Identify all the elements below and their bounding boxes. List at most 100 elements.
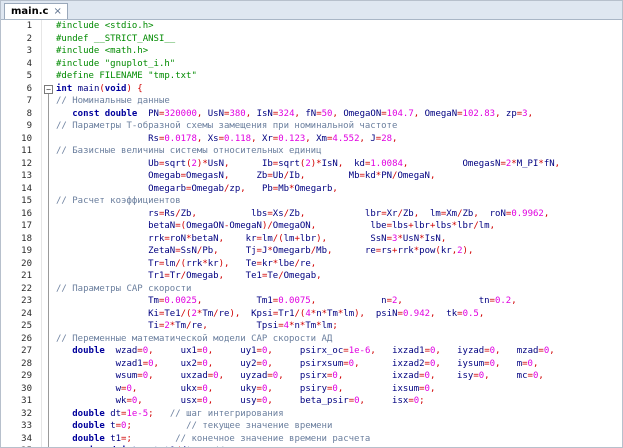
gutter-separator <box>41 395 42 408</box>
code-area[interactable]: 1 #include <stdio.h> 2 #undef __STRICT_ANSI… <box>1 20 622 447</box>
code-token: , <box>554 158 561 169</box>
code-line[interactable]: 23 Tm=0.0025, Tm1=0.0075, n=2, tn=0.2, <box>1 295 622 308</box>
code-token: , <box>267 383 300 394</box>
line-number: 29 <box>1 370 32 383</box>
code-line[interactable]: 32 double dt=1e-5; // шаг интегрирования <box>1 407 622 420</box>
code-token: ), <box>354 308 376 319</box>
code-token: , <box>435 346 458 356</box>
code-line[interactable]: 21 Tr1=Tr/Omegab, Te1=Te/Omegab, <box>1 270 622 283</box>
code-token: 1e-6 <box>348 346 371 356</box>
code-token: Ub <box>56 158 159 169</box>
fold-rail <box>48 307 49 320</box>
code-text: const double PN=320000, UsN=380, IsN=324… <box>56 108 622 121</box>
code-token: lbr <box>299 233 317 244</box>
code-token: , <box>223 171 257 181</box>
code-text: double wzad=0, ux1=0, uy1=0, psirx_oc=1e… <box>56 345 622 358</box>
code-line[interactable]: 25 Ti=2*Tm/re, Tpsi=4*n*Tm*lm; <box>1 320 622 333</box>
code-line[interactable]: 20 Tr=lm/(rrk*kr), Te=kr*lbe/re, <box>1 257 622 270</box>
code-line[interactable]: 16 rs=Rs/Zb, lbs=Xs/Zb, lbr=Xr/Zb, lm=Xm… <box>1 207 622 220</box>
line-number: 19 <box>1 245 32 258</box>
gutter-separator <box>41 170 42 183</box>
code-line[interactable]: 9 // Параметры Т-образной схемы замещения… <box>1 120 622 133</box>
fold-rail <box>48 320 49 333</box>
code-token: rrk <box>56 233 165 244</box>
code-line[interactable]: 2 #undef __STRICT_ANSI__ <box>1 32 622 45</box>
code-line[interactable]: 3 #include <math.h> <box>1 45 622 58</box>
fold-rail <box>48 245 49 258</box>
code-token: , <box>305 133 317 144</box>
code-line[interactable]: 8 const double PN=320000, UsN=380, IsN=3… <box>1 107 622 121</box>
code-text: double t=0; // текущее значение времени <box>56 420 622 433</box>
gutter-separator <box>41 95 42 108</box>
code-line[interactable]: 19 ZetaN=SsN/Pb, Tj=J*Omegarb/Mb, re=rs+… <box>1 245 622 258</box>
code-text: wzad1=0, ux2=0, uy2=0, psirxsum=0, ixzad… <box>56 358 622 371</box>
code-line[interactable]: 10 Rs=0.0178, Xs=0.118, Xr=0.123, Xm=4.5… <box>1 132 622 145</box>
code-line[interactable]: 29 wsum=0, uxzad=0, uyzad=0, psirx=0, ix… <box>1 370 622 383</box>
code-line[interactable]: 28 wzad1=0, ux2=0, uy2=0, psirxsum=0, ix… <box>1 357 622 371</box>
code-line[interactable]: 27 double wzad=0, ux1=0, uy1=0, psirx_oc… <box>1 345 622 358</box>
line-number: 4 <box>1 57 32 70</box>
code-token: wk <box>56 396 127 406</box>
code-line[interactable]: 33 double t=0; // текущее значение време… <box>1 420 622 433</box>
fold-minus-icon[interactable]: − <box>44 84 53 94</box>
code-token: main <box>72 83 100 94</box>
code-line[interactable]: 11 // Базисные величины системы относител… <box>1 145 622 158</box>
fold-rail <box>48 432 49 445</box>
code-line[interactable]: 26 // Переменные математической модели СА… <box>1 332 622 345</box>
code-token: ixzad <box>392 371 420 381</box>
code-token: , <box>337 383 393 394</box>
close-icon[interactable]: × <box>53 6 61 17</box>
code-token: , <box>543 208 550 219</box>
code-token: cnt <box>137 446 159 447</box>
fold-rail <box>48 357 49 370</box>
code-line[interactable]: 13 Omegab=OmegasN, Zb=Ub/Ib, Mb=kd*PN/Om… <box>1 170 622 183</box>
code-token: , <box>202 321 257 331</box>
code-token: , <box>359 396 393 406</box>
code-token: ), <box>316 233 371 244</box>
code-token: 0.0075 <box>278 296 311 306</box>
fold-rail <box>48 370 49 383</box>
code-text: // Параметры Т-образной схемы замещения … <box>56 120 622 133</box>
code-line[interactable]: 7 // Номинальные данные <box>1 95 622 108</box>
code-line[interactable]: 5 #define FILENAME "tmp.txt" <box>1 70 622 83</box>
code-token: Mb <box>316 246 327 256</box>
fold-rail <box>48 145 49 158</box>
code-token: , <box>511 296 517 306</box>
fold-rail <box>48 295 49 308</box>
code-token: , <box>402 158 463 169</box>
tab-main-c[interactable]: main.c × <box>4 3 68 19</box>
code-token: Tm <box>327 308 338 319</box>
code-line[interactable]: 6 − int main(void) { <box>1 82 622 101</box>
code-line[interactable]: 35 unsigned int cnt=t1/dt; // количество… <box>1 445 622 447</box>
code-line[interactable]: 31 wk=0, usx=0, usy=0, beta_psir=0, isx=… <box>1 395 622 408</box>
code-text: // Параметры САР скорости <box>56 283 622 296</box>
code-text: Ti=2*Tm/re, Tpsi=4*n*Tm*lm; <box>56 320 622 333</box>
code-line[interactable]: 12 Ub=sqrt(2)*UsN, Ib=sqrt(2)*IsN, kd=1.… <box>1 157 622 170</box>
code-line[interactable]: 24 Ki=Te1/(2*Tm/re), Kpsi=Tr1/(4*n*Tm*lm… <box>1 307 622 321</box>
code-token: iysum <box>457 358 485 369</box>
code-token: lm <box>321 321 333 331</box>
code-token: Rs <box>56 133 159 144</box>
code-token: ZetaN <box>56 246 176 256</box>
code-token: 320000 <box>164 108 197 119</box>
fold-rail <box>48 407 49 420</box>
line-number: 14 <box>1 182 32 195</box>
code-line[interactable]: 4 #include "gnuplot_i.h" <box>1 57 622 70</box>
code-token: iyzad <box>457 346 485 356</box>
code-line[interactable]: 1 #include <stdio.h> <box>1 20 622 33</box>
code-token: , <box>397 296 479 306</box>
code-line[interactable]: 22 // Параметры САР скорости <box>1 282 622 296</box>
code-token: kr <box>245 233 257 244</box>
code-line[interactable]: 18 rrk=roN*betaN, kr=lm/(lm+lbr), SsN=3*… <box>1 232 622 245</box>
code-line[interactable]: 34 double t1=; // конечное значение врем… <box>1 432 622 445</box>
code-token: lm <box>261 233 273 244</box>
code-line[interactable]: 17 betaN=(OmegaON-OmegaN)/OmegaON, lbe=l… <box>1 220 622 233</box>
code-token: Tj <box>245 246 257 256</box>
code-text: Ki=Te1/(2*Tm/re), Kpsi=Tr1/(4*n*Tm*lm), … <box>56 308 622 321</box>
code-line[interactable]: 14 Omegarb=Omegab/zp, Pb=Mb*Omegarb, <box>1 182 622 195</box>
code-line[interactable]: 30 w=0, ukx=0, uky=0, psiry=0, ixsum=0, <box>1 382 622 395</box>
code-line[interactable]: 15 // Расчет коэффициентов <box>1 195 622 208</box>
code-token: , <box>218 233 246 244</box>
fold-rail <box>48 332 49 345</box>
